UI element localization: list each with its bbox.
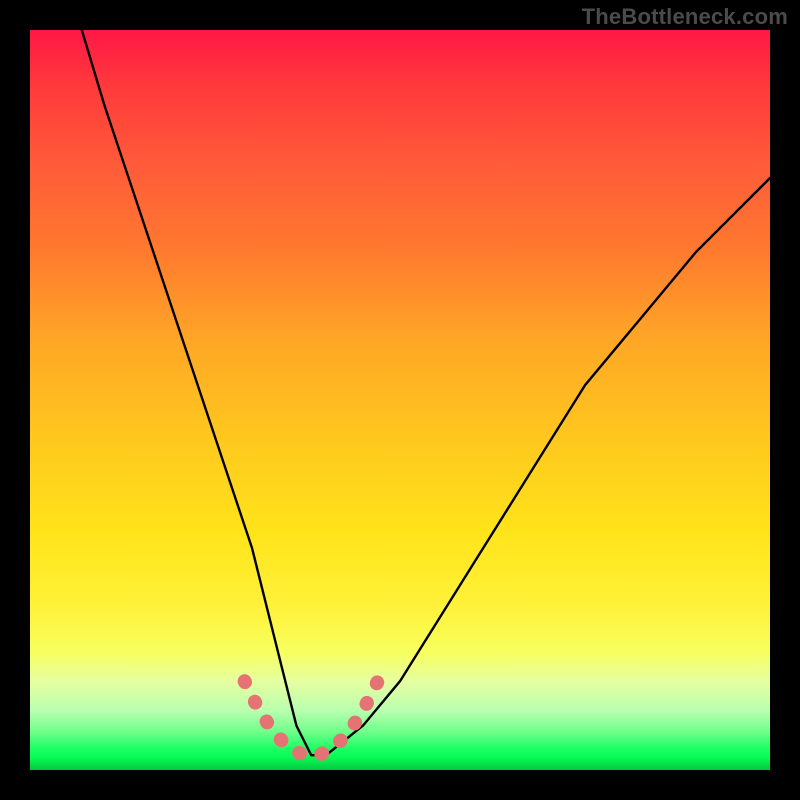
curve-svg <box>30 30 770 770</box>
highlight-segment-path <box>245 681 378 755</box>
watermark-label: TheBottleneck.com <box>582 4 788 30</box>
plot-area <box>30 30 770 770</box>
bottleneck-curve-path <box>82 30 770 755</box>
chart-frame: TheBottleneck.com <box>0 0 800 800</box>
